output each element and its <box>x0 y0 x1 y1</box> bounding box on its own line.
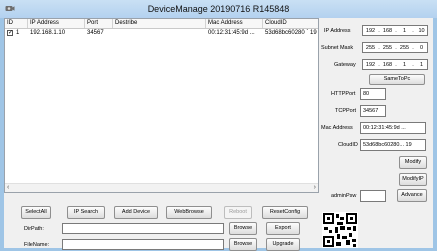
mask-octet-4: 0 <box>419 45 424 51</box>
upgrade-button[interactable]: Upgrade <box>266 238 300 251</box>
ip-octet-3: 1 <box>402 28 407 34</box>
subnet-mask-label: Subnet Mask <box>321 45 354 51</box>
gateway-octet-3: 1 <box>402 62 407 68</box>
add-device-button[interactable]: Add Device <box>114 206 158 219</box>
export-button[interactable]: Export <box>266 222 300 235</box>
cloudid-label: CloudID <box>338 142 358 148</box>
ip-octet-4: 10 <box>418 28 425 34</box>
column-header-id[interactable]: ID <box>5 19 28 28</box>
dir-path-label: DirPath: <box>24 226 44 232</box>
modify-ip-button[interactable]: ModifyIP <box>399 173 427 186</box>
gateway-octet-2: 168 <box>382 62 393 68</box>
scroll-right-icon[interactable]: › <box>314 184 316 192</box>
cell-mac: 00:12:31:45:9d ... <box>208 30 255 36</box>
mac-address-label: Mac Address <box>321 125 353 131</box>
gateway-octet-1: 192 <box>365 62 376 68</box>
browse-file-button[interactable]: Browse <box>229 238 257 251</box>
admin-password-field[interactable] <box>360 190 386 202</box>
reset-config-button[interactable]: ResetConfig <box>262 206 308 219</box>
reboot-button[interactable]: Reboot <box>224 206 252 219</box>
mask-octet-1: 255 <box>365 45 376 51</box>
column-header-mac[interactable]: Mac Address <box>206 19 263 28</box>
device-table[interactable]: ID IP Address Port Destribe Mac Address … <box>4 18 319 193</box>
column-header-cloudid[interactable]: CloudID <box>263 19 318 28</box>
scroll-left-icon[interactable]: ‹ <box>7 184 9 192</box>
ip-octet-1: 192 <box>365 28 376 34</box>
web-browse-button[interactable]: WebBrowse <box>166 206 212 219</box>
table-row[interactable]: ✓ 1 192.168.1.10 34567 00:12:31:45:9d ..… <box>5 29 318 38</box>
qr-code-image <box>322 212 358 248</box>
cloudid-field[interactable]: 53d68bc60280... 19 <box>360 139 426 151</box>
table-header: ID IP Address Port Destribe Mac Address … <box>5 19 318 29</box>
main-panel: ID IP Address Port Destribe Mac Address … <box>4 18 433 251</box>
column-header-describe[interactable]: Destribe <box>113 19 206 28</box>
cell-port: 34567 <box>87 30 104 36</box>
select-all-button[interactable]: SelectAll <box>21 206 51 219</box>
modify-button[interactable]: Modify <box>399 156 427 169</box>
column-header-ip[interactable]: IP Address <box>28 19 85 28</box>
file-name-field[interactable] <box>62 239 224 250</box>
tcp-port-label: TCPPort <box>335 108 357 114</box>
file-name-label: FileName: <box>24 242 50 248</box>
gateway-label: Gateway <box>334 62 356 68</box>
tcp-port-field[interactable]: 34567 <box>360 105 386 117</box>
title-bar: DeviceManage 20190716 R145848 <box>0 0 437 18</box>
cell-id: 1 <box>16 30 20 36</box>
ip-address-label: IP Address <box>324 28 351 34</box>
cell-describe <box>113 29 206 38</box>
mask-octet-2: 255 <box>382 45 393 51</box>
http-port-field[interactable]: 80 <box>360 88 386 100</box>
dir-path-field[interactable] <box>62 223 224 234</box>
column-header-port[interactable]: Port <box>85 19 113 28</box>
browse-dir-button[interactable]: Browse <box>229 222 257 235</box>
gateway-field[interactable]: 192 . 168 . 1 . 1 <box>362 59 428 70</box>
ip-search-button[interactable]: IP Search <box>67 206 105 219</box>
advance-button[interactable]: Advance <box>397 189 427 202</box>
subnet-mask-field[interactable]: 255 . 255 . 255 . 0 <box>362 42 428 53</box>
ip-address-field[interactable]: 192 . 168 . 1 . 10 <box>362 25 428 36</box>
cell-ip: 192.168.1.10 <box>30 30 66 36</box>
horizontal-scrollbar[interactable]: ‹ › <box>5 183 318 192</box>
row-checkbox[interactable]: ✓ <box>7 30 13 36</box>
mask-octet-3: 255 <box>399 45 410 51</box>
http-port-label: HTTPPort <box>331 91 356 97</box>
same-to-pc-button[interactable]: SameToPc <box>369 74 425 85</box>
ip-octet-2: 168 <box>382 28 393 34</box>
window-title: DeviceManage 20190716 R145848 <box>147 4 290 14</box>
mac-address-field[interactable]: 00:12:31:45:9d ... <box>360 122 426 134</box>
gateway-octet-4: 1 <box>419 62 424 68</box>
cell-cloudid: 53d68bc60280 ` 19 <box>265 30 317 36</box>
admin-password-label: adminPsw <box>331 193 357 199</box>
